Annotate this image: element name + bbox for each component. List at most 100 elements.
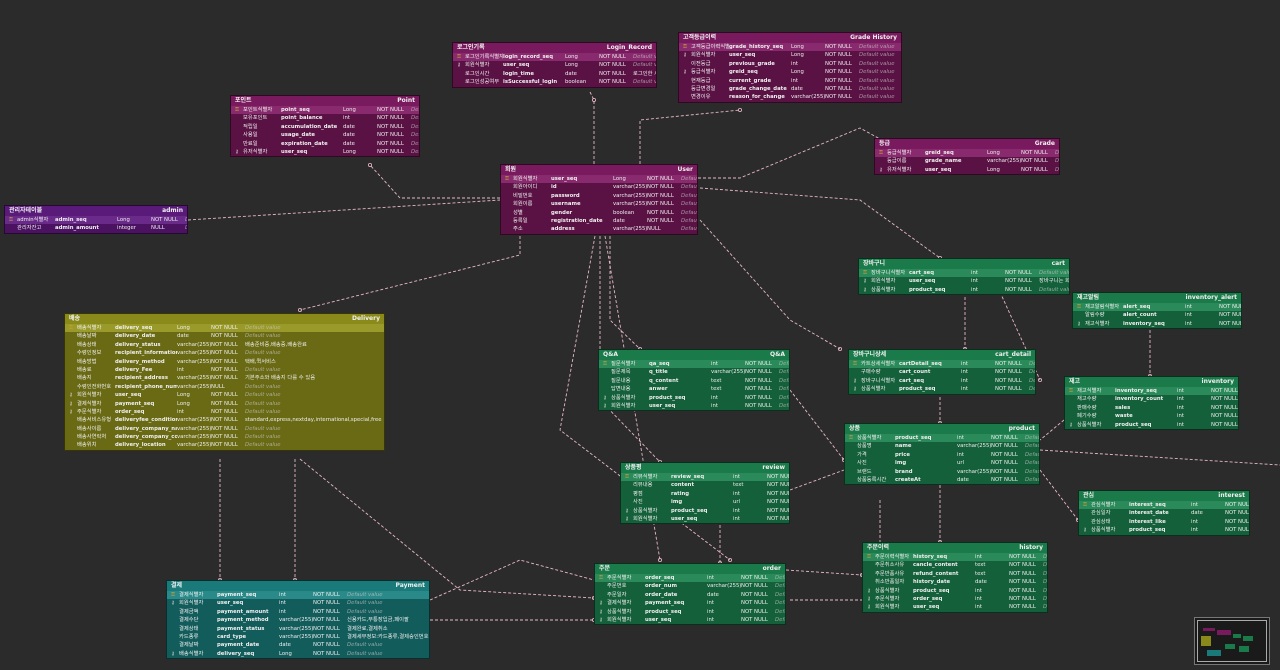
table-row[interactable]: 주소 address varchar(255)NULL Default value — [501, 225, 697, 233]
table-row[interactable]: 배송상태 delivery_status varchar(255) NOT NULL 배… — [65, 341, 384, 349]
table-row[interactable]: 주문반품사유 refund_content text NOT NULL Default … — [863, 570, 1047, 578]
table-row[interactable]: 상품등록시간 createAt date NOT NULL Default value — [845, 476, 1039, 484]
table-row[interactable]: 적립일 accumulation_date date NOT NULL Default … — [231, 123, 419, 131]
table-header[interactable]: 포인트 Point — [231, 96, 419, 106]
table-grade[interactable]: 등급 Grade ⚿ 등급식별자 greid_seq Long NOT NULL Defaul… — [874, 138, 1060, 176]
table-row[interactable]: 현재등급 current_grade int NOT NULL Default valu… — [679, 77, 901, 85]
table-row[interactable]: ⚷ 유저식별자 user_seq Long NOT NULL Default value — [231, 148, 419, 156]
table-row[interactable]: 관심상태interest_likeintNOT NULLDefault valu… — [1079, 518, 1249, 526]
table-row[interactable]: 배송사이름 delivery_company_namevarchar(255)NO… — [65, 425, 384, 433]
table-header[interactable]: 고객등급이력 Grade History — [679, 33, 901, 43]
table-row[interactable]: ⚿ 고객등급이력식별자grade_history_seq Long NOT NULL D… — [679, 43, 901, 52]
table-row[interactable]: 주문일자 order_date date NOT NULL Default value — [595, 591, 785, 599]
table-admin[interactable]: 관리자테이블 admin ⚿ admin식별자 admin_seq Long NOT NUL… — [4, 205, 188, 234]
table-row[interactable]: 결제상태 payment_status varchar(255) NOT NULL 결제… — [167, 625, 429, 633]
table-row[interactable]: ⚷상품식별자product_seqintNOT NULLDefault valu… — [599, 394, 789, 402]
table-row[interactable]: 질문내용 q_content text NOT NULL Default value — [599, 377, 789, 385]
table-row[interactable]: 사진imgurlNOT NULLDefault value — [621, 498, 789, 506]
table-payment[interactable]: 결제 Payment ⚿ 결제식별자 payment_seq int NOT NULL Def… — [166, 580, 430, 660]
table-history[interactable]: 주문이력 history ⚿ 주문이력식별자 history_seq int NOT NUL… — [862, 542, 1048, 613]
table-row[interactable]: 회원아이디 id varchar(255)NOT NULL Default value — [501, 183, 697, 191]
table-row[interactable]: 평점ratingintNOT NULLDefault value — [621, 490, 789, 498]
table-row[interactable]: 사진imgurlNOT NULLDefault value — [845, 459, 1039, 467]
table-row[interactable]: 배송료 delivery_Fee int NOT NULL Default value — [65, 366, 384, 374]
table-row[interactable]: ⚿ 결제식별자 payment_seq int NOT NULL Default valu… — [167, 591, 429, 600]
table-row[interactable]: 주문취소사유 cancle_content text NOT NULL Default … — [863, 561, 1047, 569]
table-inventory[interactable]: 재고 inventory ⚿ 재고식별자 inventory_seq int NOT NUL… — [1064, 376, 1239, 430]
table-row[interactable]: ⚿ 주문식별자 order_seq int NOT NULL Default value — [595, 574, 785, 583]
table-interest[interactable]: 관심interest⚿관심식별자interest_seqintNOT NULLD… — [1078, 490, 1250, 536]
table-header[interactable]: 등급 Grade — [875, 139, 1059, 149]
table-point[interactable]: 포인트 Point ⚿ 포인트식별자 point_seq Long NOT NULL Defa… — [230, 95, 420, 158]
minimap[interactable] — [1194, 617, 1270, 665]
table-row[interactable]: ⚿ 배송식별자 delivery_seq Long NOT NULL Default va… — [65, 324, 384, 333]
table-row[interactable]: 수령인정보 recipient_information varchar(255) NO… — [65, 349, 384, 357]
table-row[interactable]: ⚷ 회원식별자 user_seq Long NOT NULL Default value — [65, 391, 384, 399]
table-row[interactable]: 등급변경일 grade_change_date date NOT NULL Defaul… — [679, 85, 901, 93]
table-row[interactable]: ⚷ 결제식별자 payment_seq int NOT NULL Default valu… — [595, 599, 785, 607]
table-row[interactable]: 수령인전화번호recipient_phone_numbervarchar(255… — [65, 383, 384, 391]
table-row[interactable]: 회원이름 username varchar(255)NOT NULL Default … — [501, 200, 697, 208]
table-row[interactable]: 가격 price int NOT NULL Default value — [845, 451, 1039, 459]
table-row[interactable]: ⚷상품식별자product_seqintNOT NULLDefault valu… — [1079, 526, 1249, 534]
table-row[interactable]: 등록일 registration_date date NOT NULL Default … — [501, 217, 697, 225]
table-row[interactable]: 상품명 name varchar(255)NOT NULL Default value — [845, 442, 1039, 450]
table-row[interactable]: 등급이름 grade_name varchar(255)NOT NULL Defaul… — [875, 157, 1059, 165]
table-header[interactable]: 주문 order — [595, 564, 785, 574]
table-header[interactable]: 상품 product — [845, 424, 1039, 434]
table-row[interactable]: 알림수량alert_countintNOT NULLDefault value — [1073, 311, 1241, 319]
table-qna[interactable]: Q&AQ&A⚿질문식별자qa_seqintNOT NULLDefault val… — [598, 349, 790, 412]
table-row[interactable]: ⚷상품식별자product_seqintNOT NULLDefault valu… — [595, 608, 785, 616]
table-row[interactable]: ⚷ 결제식별자 payment_seq Long NOT NULL Default val… — [65, 400, 384, 408]
table-review[interactable]: 상품평review⚿리뷰식별자review_seqintNOT NULLDefa… — [620, 462, 790, 525]
table-header[interactable]: 주문이력 history — [863, 543, 1047, 553]
table-row[interactable]: 만료일 expiration_date date NOT NULL Default va… — [231, 140, 419, 148]
table-row[interactable]: 사용일 usage_date date NOT NULL Default value — [231, 131, 419, 139]
table-row[interactable]: ⚿ 회원식별자 user_seq Long NOT NULL Default value — [501, 175, 697, 184]
table-row[interactable]: 성별 gender boolean NOT NULL Default value — [501, 209, 697, 217]
table-row[interactable]: 배송방법 delivery_method varchar(255) NOT NULL 택… — [65, 358, 384, 366]
table-row[interactable]: ⚿리뷰식별자review_seqintNOT NULLDefault value — [621, 473, 789, 482]
table-row[interactable]: ⚷상품식별자product_seqintNOT NULLDefault valu… — [1065, 421, 1238, 429]
table-row[interactable]: 리뷰내용contenttextNOT NULLDefault value — [621, 481, 789, 489]
table-row[interactable]: ⚷ 배송식별자 delivery_seq Long NOT NULL Default va… — [167, 650, 429, 658]
table-row[interactable]: ⚿ 질문식별자 qa_seq int NOT NULL Default value — [599, 360, 789, 369]
table-header[interactable]: 재고알림 inventory_alert — [1073, 293, 1241, 303]
table-row[interactable]: 결제금액 payment_amount int NOT NULL Default val… — [167, 608, 429, 616]
table-delivery[interactable]: 배송 Delivery ⚿ 배송식별자 delivery_seq Long NOT NULL… — [64, 313, 385, 451]
table-row[interactable]: 질문제목 q_title varchar(255)NOT NULL Default v… — [599, 368, 789, 376]
table-header[interactable]: 관심 interest — [1079, 491, 1249, 501]
table-row[interactable]: ⚷상품식별자product_seqintNOT NULLDefault valu… — [621, 507, 789, 515]
minimap-viewport[interactable] — [1197, 620, 1267, 662]
table-row[interactable]: ⚷ 회원식별자 user_seq int NOT NULL Default value — [863, 603, 1047, 611]
table-row[interactable]: 주문번호 order_num varchar(255)NOT NULL Default… — [595, 582, 785, 590]
table-row[interactable]: ⚷ 회원식별자 user_seq int NOT NULL 장바구니는 회원이 만드니까 — [859, 277, 1069, 285]
table-row[interactable]: ⚷ 회원식별자 user_seq int NOT NULL Default value — [599, 402, 789, 410]
table-grade-history[interactable]: 고객등급이력 Grade History ⚿ 고객등급이력식별자grade_histo… — [678, 32, 902, 103]
table-row[interactable]: 구매수량 cart_count int NOT NULL Default value — [849, 368, 1035, 376]
table-row[interactable]: ⚿ 등급식별자 greid_seq Long NOT NULL Default value — [875, 149, 1059, 158]
table-cart[interactable]: 장바구니 cart ⚿ 장바구니식별자 cart_seq int NOT NULL Defau… — [858, 258, 1070, 296]
table-user[interactable]: 회원 User ⚿ 회원식별자 user_seq Long NOT NULL Default … — [500, 164, 698, 235]
table-row[interactable]: 카드종류 card_type varchar(255) NOT NULL 결제세부정보:… — [167, 633, 429, 641]
table-row[interactable]: 배송사연락처 delivery_company_contactvarchar(25… — [65, 433, 384, 441]
table-row[interactable]: ⚷상품식별자product_seqintNOT NULLDefault valu… — [863, 587, 1047, 595]
table-header[interactable]: 회원 User — [501, 165, 697, 175]
table-login-record[interactable]: 로그인기록 Login_Record ⚿ 로그인기록식별자 login_record_s… — [452, 42, 657, 88]
table-header[interactable]: 배송 Delivery — [65, 314, 384, 324]
table-row[interactable]: 이전등급 previous_grade int NOT NULL Default val… — [679, 60, 901, 68]
table-row[interactable]: 판매수량salesintNOT NULLDefault value — [1065, 404, 1238, 412]
table-product[interactable]: 상품 product ⚿ 상품식별자 product_seq int NOT NULL Def… — [844, 423, 1040, 486]
table-row[interactable]: ⚷ 회원식별자 user_seq Long NOT NULL Default value — [453, 61, 656, 69]
table-inventory-alert[interactable]: 재고알림 inventory_alert ⚿ 재고알림식별자 alert_seq int N… — [1072, 292, 1242, 330]
table-row[interactable]: 재고수량inventory_countintNOT NULLDefault va… — [1065, 395, 1238, 403]
table-row[interactable]: ⚷ 회원식별자 user_seq int NOT NULL Default value — [595, 616, 785, 624]
table-row[interactable]: 보유포인트 point_balance int NOT NULL Default val… — [231, 114, 419, 122]
erd-canvas[interactable]: 로그인기록 Login_Record ⚿ 로그인기록식별자 login_record_s… — [0, 0, 1280, 670]
table-header[interactable]: 결제 Payment — [167, 581, 429, 591]
table-row[interactable]: ⚿ 상품식별자 product_seq int NOT NULL Default valu… — [845, 434, 1039, 443]
table-header[interactable]: 로그인기록 Login_Record — [453, 43, 656, 53]
table-row[interactable]: ⚿관심식별자interest_seqintNOT NULLDefault val… — [1079, 501, 1249, 510]
table-row[interactable]: ⚿ 장바구니식별자cart_seq int NOT NULL Default value — [859, 269, 1069, 278]
table-row[interactable]: ⚷상품식별자product_seqintNOT NULLDefault valu… — [859, 286, 1069, 294]
